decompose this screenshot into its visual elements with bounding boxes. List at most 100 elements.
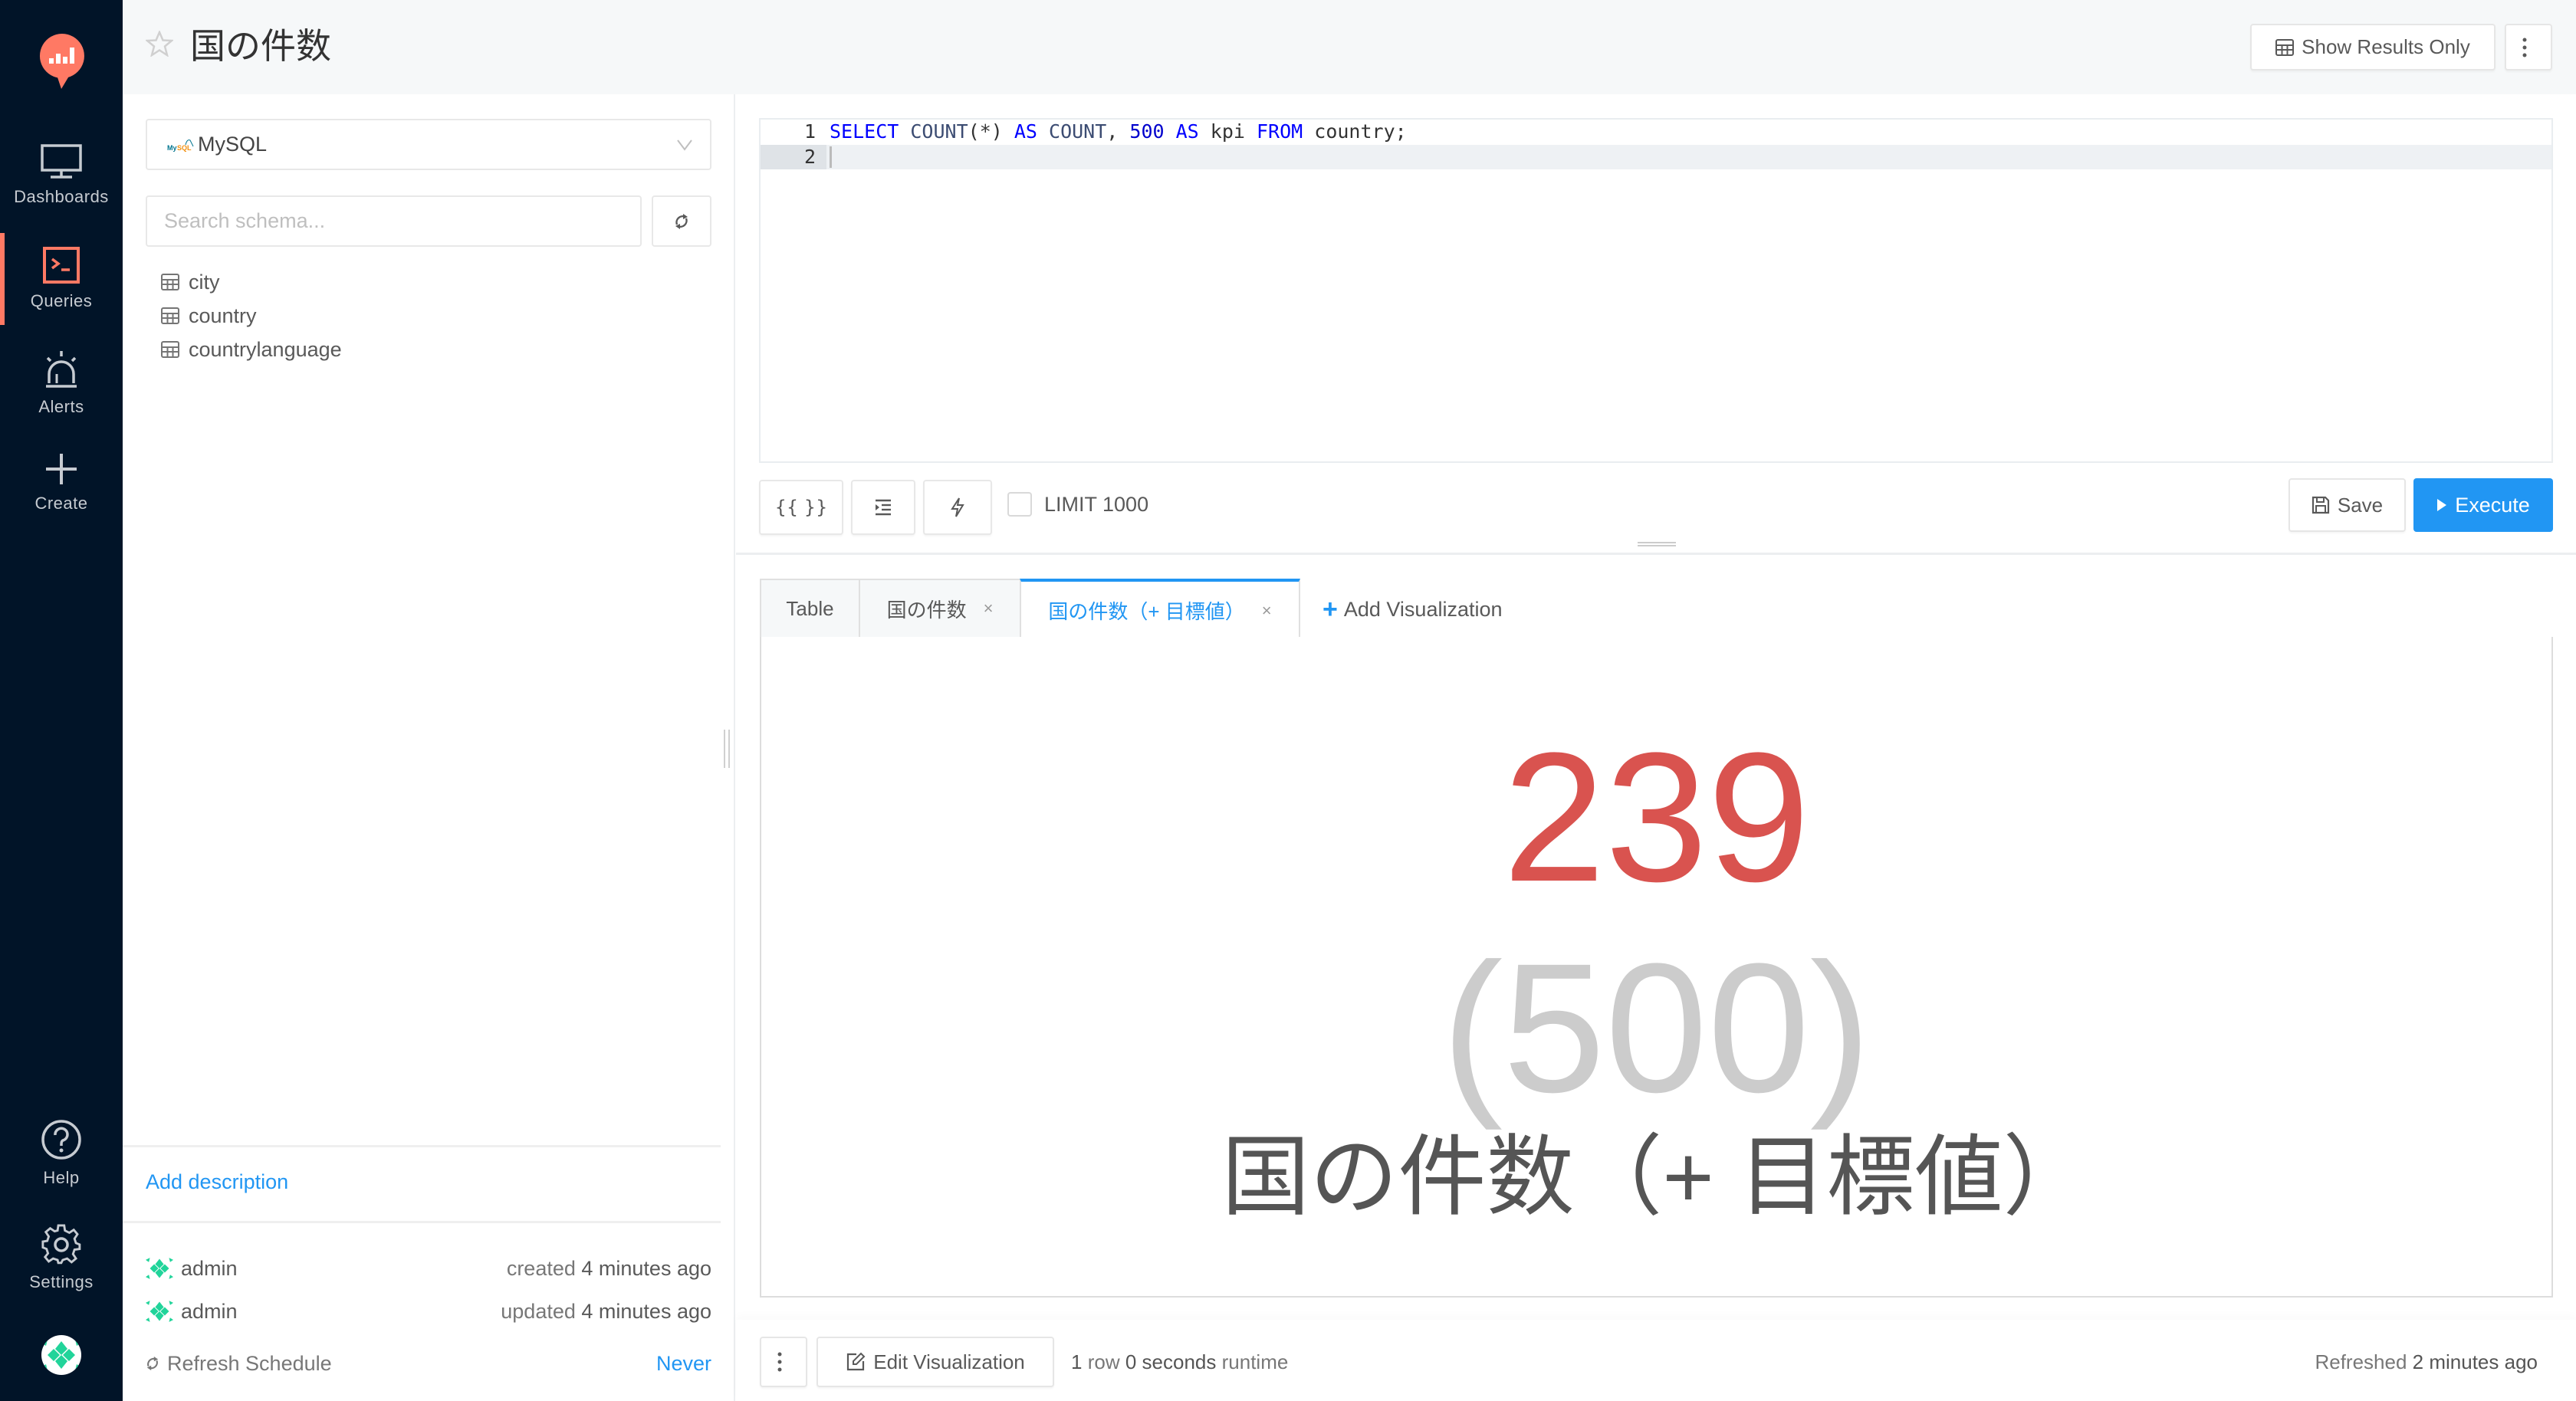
tab-label: Table xyxy=(786,596,834,620)
editor-line: 1 SELECT COUNT(*) AS COUNT, 500 AS kpi F… xyxy=(761,120,2551,144)
editor-resize-handle[interactable] xyxy=(1638,542,1676,546)
nav-label: Dashboards xyxy=(14,187,109,206)
nav-label: Queries xyxy=(30,291,93,310)
query-runtime-info: 1 row 0 seconds runtime xyxy=(1071,1349,1288,1375)
schema-search-input[interactable] xyxy=(146,195,642,247)
nav-item-queries[interactable]: Queries xyxy=(0,247,123,339)
left-navigation: Dashboards Queries Alerts Create Help Se… xyxy=(0,0,123,1401)
schema-table-city[interactable]: city xyxy=(161,267,220,297)
created-time: 4 minutes ago xyxy=(581,1256,711,1280)
nav-label: Settings xyxy=(29,1272,94,1291)
tab-visualization-count-target[interactable]: 国の件数（+ 目標値） × xyxy=(1020,579,1300,639)
visualization-menu-button[interactable] xyxy=(760,1337,807,1387)
user-avatar[interactable] xyxy=(41,1335,81,1375)
svg-text:SQL: SQL xyxy=(177,144,192,152)
line-number: 1 xyxy=(803,120,816,143)
tab-label: 国の件数 xyxy=(886,598,967,622)
table-icon xyxy=(161,341,179,358)
refresh-schedule-row: Refresh Schedule Never xyxy=(146,1348,711,1379)
nav-item-settings[interactable]: Settings xyxy=(0,1223,123,1315)
refreshed-info: Refreshed 2 minutes ago xyxy=(2315,1349,2538,1375)
indent-icon xyxy=(876,499,891,516)
schema-table-name: countrylanguage xyxy=(189,337,342,361)
editor-line-active: 2 xyxy=(761,145,2551,169)
user-avatar-icon xyxy=(146,1301,173,1322)
runtime-suffix: runtime xyxy=(1221,1350,1289,1373)
row-count: 1 xyxy=(1071,1350,1083,1373)
lightning-icon xyxy=(951,497,964,517)
refresh-schedule-link[interactable]: Never xyxy=(656,1352,711,1376)
schema-table-countrylanguage[interactable]: countrylanguage xyxy=(161,334,342,365)
help-icon xyxy=(41,1120,81,1160)
favorite-star-icon[interactable] xyxy=(144,29,175,61)
code-token: (*) xyxy=(968,120,1014,143)
add-visualization-button[interactable]: + Add Visualization xyxy=(1322,594,1503,625)
counter-visualization: 239 (500) 国の件数（+ 目標値） xyxy=(760,637,2553,1298)
close-tab-icon[interactable]: × xyxy=(1262,601,1272,621)
close-tab-icon[interactable]: × xyxy=(984,599,994,618)
plus-icon xyxy=(46,454,77,484)
schema-table-country[interactable]: country xyxy=(161,300,257,331)
refresh-icon xyxy=(146,1357,159,1370)
counter-label: 国の件数（+ 目標値） xyxy=(1221,1128,2091,1226)
schema-panel: MySQL MySQL city country countrylanguage… xyxy=(123,94,735,1401)
redash-logo-icon[interactable] xyxy=(38,32,86,90)
refresh-icon xyxy=(675,213,688,229)
updated-info: admin updated 4 minutes ago xyxy=(146,1296,711,1327)
show-results-only-button[interactable]: Show Results Only xyxy=(2250,24,2496,71)
svg-text:My: My xyxy=(167,144,177,152)
nav-item-create[interactable]: Create xyxy=(0,452,123,544)
limit-1000-checkbox[interactable] xyxy=(1007,492,1032,517)
code-token: AS xyxy=(1175,120,1199,143)
datasource-select[interactable]: My SQL MySQL xyxy=(146,119,711,170)
more-actions-button[interactable] xyxy=(2505,24,2552,71)
refresh-schedule-label: Refresh Schedule xyxy=(167,1351,332,1375)
play-icon xyxy=(2437,499,2447,511)
tab-table[interactable]: Table xyxy=(760,579,860,639)
line-number: 2 xyxy=(761,145,826,169)
add-description-link[interactable]: Add description xyxy=(146,1166,288,1197)
code-token: COUNT xyxy=(1049,120,1107,143)
code-token: country; xyxy=(1303,120,1407,143)
add-parameter-button[interactable]: {{ }} xyxy=(759,480,843,535)
execute-button[interactable]: Execute xyxy=(2413,478,2553,532)
tab-visualization-count[interactable]: 国の件数 × xyxy=(859,579,1021,639)
edit-icon xyxy=(847,1352,866,1371)
parameter-braces-icon: {{ }} xyxy=(774,497,828,518)
execute-label: Execute xyxy=(2455,493,2530,517)
nav-item-dashboards[interactable]: Dashboards xyxy=(0,144,123,236)
format-query-button[interactable] xyxy=(851,480,915,535)
runtime-value: 0 seconds xyxy=(1125,1350,1217,1373)
datasource-value: MySQL xyxy=(198,133,268,156)
add-visualization-label: Add Visualization xyxy=(1343,598,1503,621)
siren-icon xyxy=(46,351,77,388)
nav-item-help[interactable]: Help xyxy=(0,1119,123,1211)
page-header: 国の件数 Show Results Only xyxy=(123,0,2576,94)
edit-visualization-label: Edit Visualization xyxy=(873,1350,1025,1373)
terminal-icon xyxy=(43,247,80,284)
code-line[interactable]: SELECT COUNT(*) AS COUNT, 500 AS kpi FRO… xyxy=(830,120,1407,144)
counter-value: 239 xyxy=(1503,714,1810,920)
save-button[interactable]: Save xyxy=(2288,478,2406,532)
updated-prefix: updated xyxy=(501,1299,576,1323)
created-by-user: admin xyxy=(181,1256,238,1280)
code-token: SELECT xyxy=(830,120,899,143)
plus-icon: + xyxy=(1322,595,1338,624)
kebab-icon xyxy=(777,1352,782,1372)
autocomplete-toggle-button[interactable] xyxy=(923,480,992,535)
updated-time: 4 minutes ago xyxy=(581,1299,711,1323)
gear-icon xyxy=(41,1224,81,1265)
page-title[interactable]: 国の件数 xyxy=(190,23,331,69)
nav-item-alerts[interactable]: Alerts xyxy=(0,351,123,443)
created-info: admin created 4 minutes ago xyxy=(146,1253,711,1284)
edit-visualization-button[interactable]: Edit Visualization xyxy=(816,1337,1054,1387)
code-token: kpi xyxy=(1198,120,1257,143)
panel-resize-handle[interactable] xyxy=(724,730,730,768)
code-token: FROM xyxy=(1257,120,1303,143)
query-editor[interactable]: 1 SELECT COUNT(*) AS COUNT, 500 AS kpi F… xyxy=(759,118,2553,463)
refresh-schema-button[interactable] xyxy=(652,195,711,247)
limit-1000-label[interactable]: LIMIT 1000 xyxy=(1044,492,1148,517)
divider xyxy=(123,1145,721,1147)
